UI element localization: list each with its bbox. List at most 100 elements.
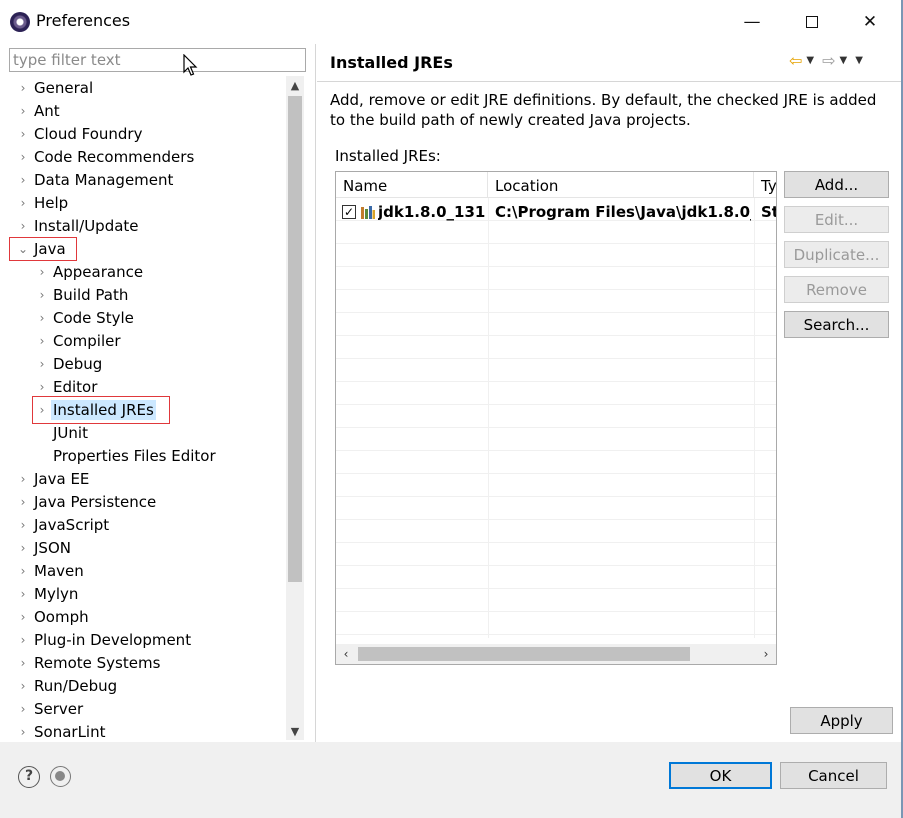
collapsed-chevron-icon[interactable]: › (18, 127, 28, 141)
collapsed-chevron-icon[interactable]: › (18, 495, 28, 509)
tree-item-label: Editor (53, 377, 98, 396)
collapsed-chevron-icon[interactable]: › (37, 265, 47, 279)
tree-item[interactable]: › Appearance (37, 260, 143, 283)
collapsed-chevron-icon[interactable]: › (37, 288, 47, 302)
tree-item[interactable]: › Editor (37, 375, 98, 398)
tree-item-label: Appearance (53, 262, 144, 281)
tree-item[interactable]: › Compiler (37, 329, 121, 352)
scroll-right-icon[interactable]: › (756, 644, 776, 664)
tree-item[interactable]: › Cloud Foundry (18, 122, 143, 145)
tree-item[interactable]: › JSON (18, 536, 71, 559)
collapsed-chevron-icon[interactable]: › (18, 610, 28, 624)
tree-item[interactable]: › Run/Debug (18, 674, 118, 697)
tree-scroll-thumb[interactable] (288, 96, 302, 582)
record-macro-icon[interactable] (50, 766, 71, 787)
tree-item[interactable]: › Help (18, 191, 69, 214)
jre-location[interactable]: C:\Program Files\Java\jdk1.8.0_... (495, 201, 751, 224)
forward-dropdown-icon[interactable]: ▼ (840, 55, 848, 66)
collapsed-chevron-icon[interactable]: › (18, 702, 28, 716)
tree-item[interactable]: › Java Persistence (18, 490, 157, 513)
jre-checkbox[interactable]: ✓ (342, 205, 356, 219)
collapsed-chevron-icon[interactable]: › (18, 679, 28, 693)
tree-item[interactable]: › Installed JREs (37, 398, 156, 421)
collapsed-chevron-icon[interactable]: › (18, 472, 28, 486)
table-row (336, 244, 776, 267)
tree-item[interactable]: › Mylyn (18, 582, 79, 605)
search-button[interactable]: Search... (784, 311, 889, 338)
preference-tree: › General › Ant › Cloud Foundry › Code Recommen… (0, 76, 286, 740)
filter-input[interactable] (9, 48, 306, 72)
collapsed-chevron-icon[interactable]: › (37, 311, 47, 325)
collapsed-chevron-icon[interactable]: › (18, 150, 28, 164)
tree-item[interactable]: › Build Path (37, 283, 129, 306)
tree-item[interactable]: › Ant (18, 99, 60, 122)
collapsed-chevron-icon[interactable]: › (18, 81, 28, 95)
maximize-button[interactable] (790, 6, 834, 38)
collapsed-chevron-icon[interactable]: › (37, 403, 47, 417)
column-header-type[interactable]: Ty (754, 172, 776, 198)
tree-item[interactable]: Properties Files Editor (37, 444, 216, 467)
scroll-left-icon[interactable]: ‹ (336, 644, 356, 664)
tree-item[interactable]: JUnit (37, 421, 88, 444)
help-icon[interactable]: ? (18, 766, 40, 788)
collapsed-chevron-icon[interactable]: › (37, 380, 47, 394)
tree-item[interactable]: › JavaScript (18, 513, 110, 536)
column-header-name[interactable]: Name (336, 172, 488, 198)
jre-name[interactable]: jdk1.8.0_131... (378, 201, 486, 224)
tree-item[interactable]: › Maven (18, 559, 84, 582)
collapsed-chevron-icon[interactable]: › (18, 219, 28, 233)
duplicate-button[interactable]: Duplicate... (784, 241, 889, 268)
collapsed-chevron-icon[interactable]: › (18, 656, 28, 670)
collapsed-chevron-icon[interactable]: › (18, 587, 28, 601)
close-button[interactable]: ✕ (848, 6, 892, 38)
tree-item[interactable]: › Java EE (18, 467, 90, 490)
tree-item[interactable]: ⌄ Java (18, 237, 66, 260)
collapsed-chevron-icon[interactable]: › (18, 173, 28, 187)
ok-button[interactable]: OK (669, 762, 772, 789)
table-horizontal-scrollbar[interactable]: ‹ › (336, 644, 776, 664)
tree-item[interactable]: › Server (18, 697, 84, 720)
tree-item[interactable]: › Remote Systems (18, 651, 161, 674)
jre-type[interactable]: St (761, 201, 776, 224)
tree-item-label: Code Style (53, 308, 134, 327)
tree-item[interactable]: › Data Management (18, 168, 174, 191)
back-dropdown-icon[interactable]: ▼ (806, 55, 814, 66)
tree-item-label: Ant (34, 101, 60, 120)
collapsed-chevron-icon[interactable]: › (37, 357, 47, 371)
edit-button[interactable]: Edit... (784, 206, 889, 233)
tree-item[interactable]: › Code Style (37, 306, 134, 329)
scroll-up-icon[interactable]: ▲ (286, 76, 304, 94)
collapsed-chevron-icon[interactable]: › (18, 541, 28, 555)
tree-item[interactable]: › Oomph (18, 605, 89, 628)
maximize-icon (806, 16, 818, 28)
collapsed-chevron-icon[interactable]: › (18, 564, 28, 578)
tree-item-label: Java Persistence (34, 492, 157, 511)
tree-item[interactable]: › General (18, 76, 94, 99)
tree-item[interactable]: › Debug (37, 352, 103, 375)
minimize-button[interactable]: — (730, 6, 774, 38)
tree-item[interactable]: › Code Recommenders (18, 145, 195, 168)
scroll-down-icon[interactable]: ▼ (286, 722, 304, 740)
collapsed-chevron-icon[interactable]: › (18, 104, 28, 118)
collapsed-chevron-icon[interactable]: › (18, 196, 28, 210)
jre-table[interactable]: Name Location Ty ✓ jdk1.8.0_131... C:\Pr… (335, 171, 777, 665)
column-header-location[interactable]: Location (488, 172, 754, 198)
table-scroll-thumb[interactable] (358, 647, 690, 661)
collapsed-chevron-icon[interactable]: › (18, 725, 28, 739)
view-menu-icon[interactable]: ▼ (855, 55, 863, 66)
tree-item[interactable]: › SonarLint (18, 720, 106, 741)
add-button[interactable]: Add... (784, 171, 889, 198)
collapsed-chevron-icon[interactable]: › (37, 334, 47, 348)
tree-item[interactable]: › Plug-in Development (18, 628, 191, 651)
tree-item[interactable]: › Install/Update (18, 214, 139, 237)
expanded-chevron-icon[interactable]: ⌄ (18, 242, 28, 256)
remove-button[interactable]: Remove (784, 276, 889, 303)
apply-button[interactable]: Apply (790, 707, 893, 734)
collapsed-chevron-icon[interactable]: › (18, 518, 28, 532)
forward-arrow-icon[interactable]: ⇨ (822, 51, 835, 70)
cancel-button[interactable]: Cancel (780, 762, 887, 789)
collapsed-chevron-icon[interactable]: › (18, 633, 28, 647)
tree-scrollbar[interactable]: ▲ ▼ (286, 76, 304, 740)
tree-item-label: Build Path (53, 285, 129, 304)
back-arrow-icon[interactable]: ⇦ (789, 51, 802, 70)
